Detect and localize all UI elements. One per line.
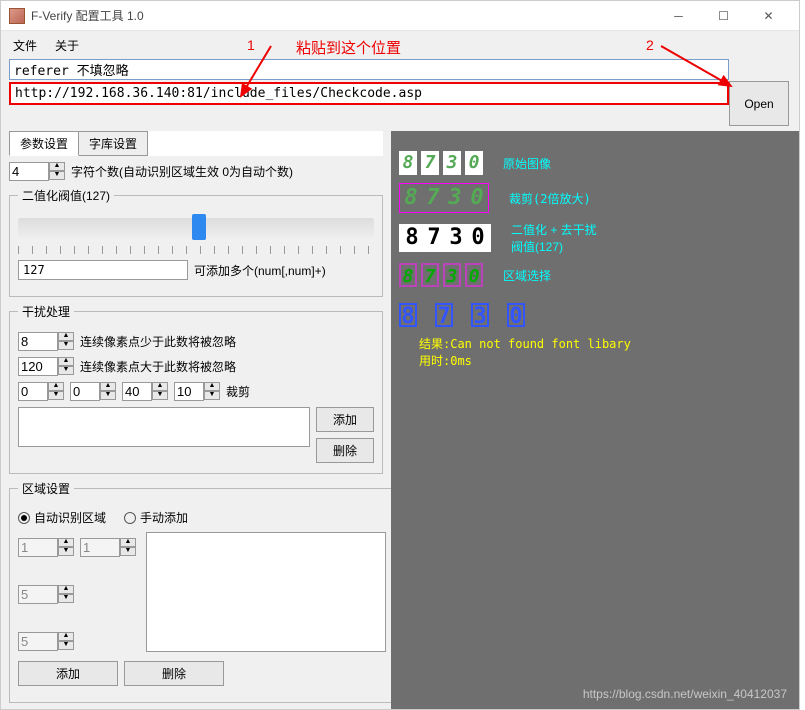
result-text: 结果:Can not found font libary (419, 335, 791, 352)
region-add-button[interactable]: 添加 (18, 661, 118, 686)
label-crop: 裁剪(2倍放大) (509, 190, 591, 207)
noise-add-button[interactable]: 添加 (316, 407, 374, 432)
crop-c-spinner[interactable]: ▲▼ (122, 382, 168, 401)
label-original: 原始图像 (503, 155, 551, 172)
menu-bar: 文件 关于 (1, 31, 799, 59)
preview-original: 8730 (399, 151, 483, 175)
referer-input[interactable] (9, 59, 729, 80)
threshold-input[interactable] (18, 260, 188, 280)
region-y2-spinner[interactable]: ▲▼ (18, 632, 74, 651)
region-listbox[interactable] (146, 532, 386, 652)
app-icon (9, 8, 25, 24)
preview-binarize: 8730 (399, 224, 491, 252)
noise-group: 干扰处理 ▲▼ 连续像素点少于此数将被忽略 ▲▼ 连续像素点大于此数将被忽略 ▲… (9, 303, 383, 474)
menu-file[interactable]: 文件 (13, 37, 37, 54)
time-text: 用时:0ms (419, 352, 791, 369)
threshold-group: 二值化阀值(127) 可添加多个(num[,num]+) (9, 187, 383, 297)
noise-min-spinner[interactable]: ▲▼ (18, 332, 74, 351)
noise-listbox[interactable] (18, 407, 310, 447)
preview-region: 8730 (399, 263, 483, 287)
preview-panel: 8730 原始图像 8730 裁剪(2倍放大) 8730 二值化 + 去干扰阀值… (391, 131, 799, 709)
window-title: F-Verify 配置工具 1.0 (31, 7, 656, 24)
char-count-spinner[interactable]: ▲▼ (9, 162, 65, 181)
threshold-hint: 可添加多个(num[,num]+) (194, 262, 326, 279)
titlebar: F-Verify 配置工具 1.0 ─ ☐ ✕ (1, 1, 799, 31)
crop-b-spinner[interactable]: ▲▼ (70, 382, 116, 401)
watermark: https://blog.csdn.net/weixin_40412037 (583, 687, 787, 701)
menu-about[interactable]: 关于 (55, 37, 79, 54)
close-button[interactable]: ✕ (746, 2, 791, 30)
maximize-button[interactable]: ☐ (701, 2, 746, 30)
noise-delete-button[interactable]: 删除 (316, 438, 374, 463)
region-auto-radio[interactable]: 自动识别区域 (18, 509, 106, 526)
region-x2-spinner[interactable]: ▲▼ (18, 585, 74, 604)
region-group: 区域设置 自动识别区域 手动添加 ▲▼▲▼ ▲▼ ▲▼ 添加 删除 (9, 480, 391, 703)
preview-separated: 8730 (399, 303, 539, 327)
region-delete-button[interactable]: 删除 (124, 661, 224, 686)
preview-crop: 8730 (399, 183, 489, 213)
crop-d-spinner[interactable]: ▲▼ (174, 382, 220, 401)
label-region: 区域选择 (503, 267, 551, 284)
tab-params[interactable]: 参数设置 (9, 131, 79, 156)
region-x1-spinner[interactable]: ▲▼ (18, 538, 74, 557)
crop-a-spinner[interactable]: ▲▼ (18, 382, 64, 401)
tab-fontlib[interactable]: 字库设置 (78, 131, 148, 156)
slider-thumb[interactable] (192, 214, 206, 240)
noise-max-spinner[interactable]: ▲▼ (18, 357, 74, 376)
char-count-label: 字符个数(自动识别区域生效 0为自动个数) (71, 163, 293, 180)
url-input[interactable] (9, 82, 729, 105)
minimize-button[interactable]: ─ (656, 2, 701, 30)
left-panel: 参数设置 字库设置 ▲▼ 字符个数(自动识别区域生效 0为自动个数) 二值化阀值… (1, 131, 391, 709)
region-y1-spinner[interactable]: ▲▼ (80, 538, 136, 557)
label-binarize: 二值化 + 去干扰阀值(127) (511, 221, 597, 255)
region-manual-radio[interactable]: 手动添加 (124, 509, 188, 526)
threshold-slider[interactable] (18, 218, 374, 238)
open-button[interactable]: Open (729, 81, 789, 126)
